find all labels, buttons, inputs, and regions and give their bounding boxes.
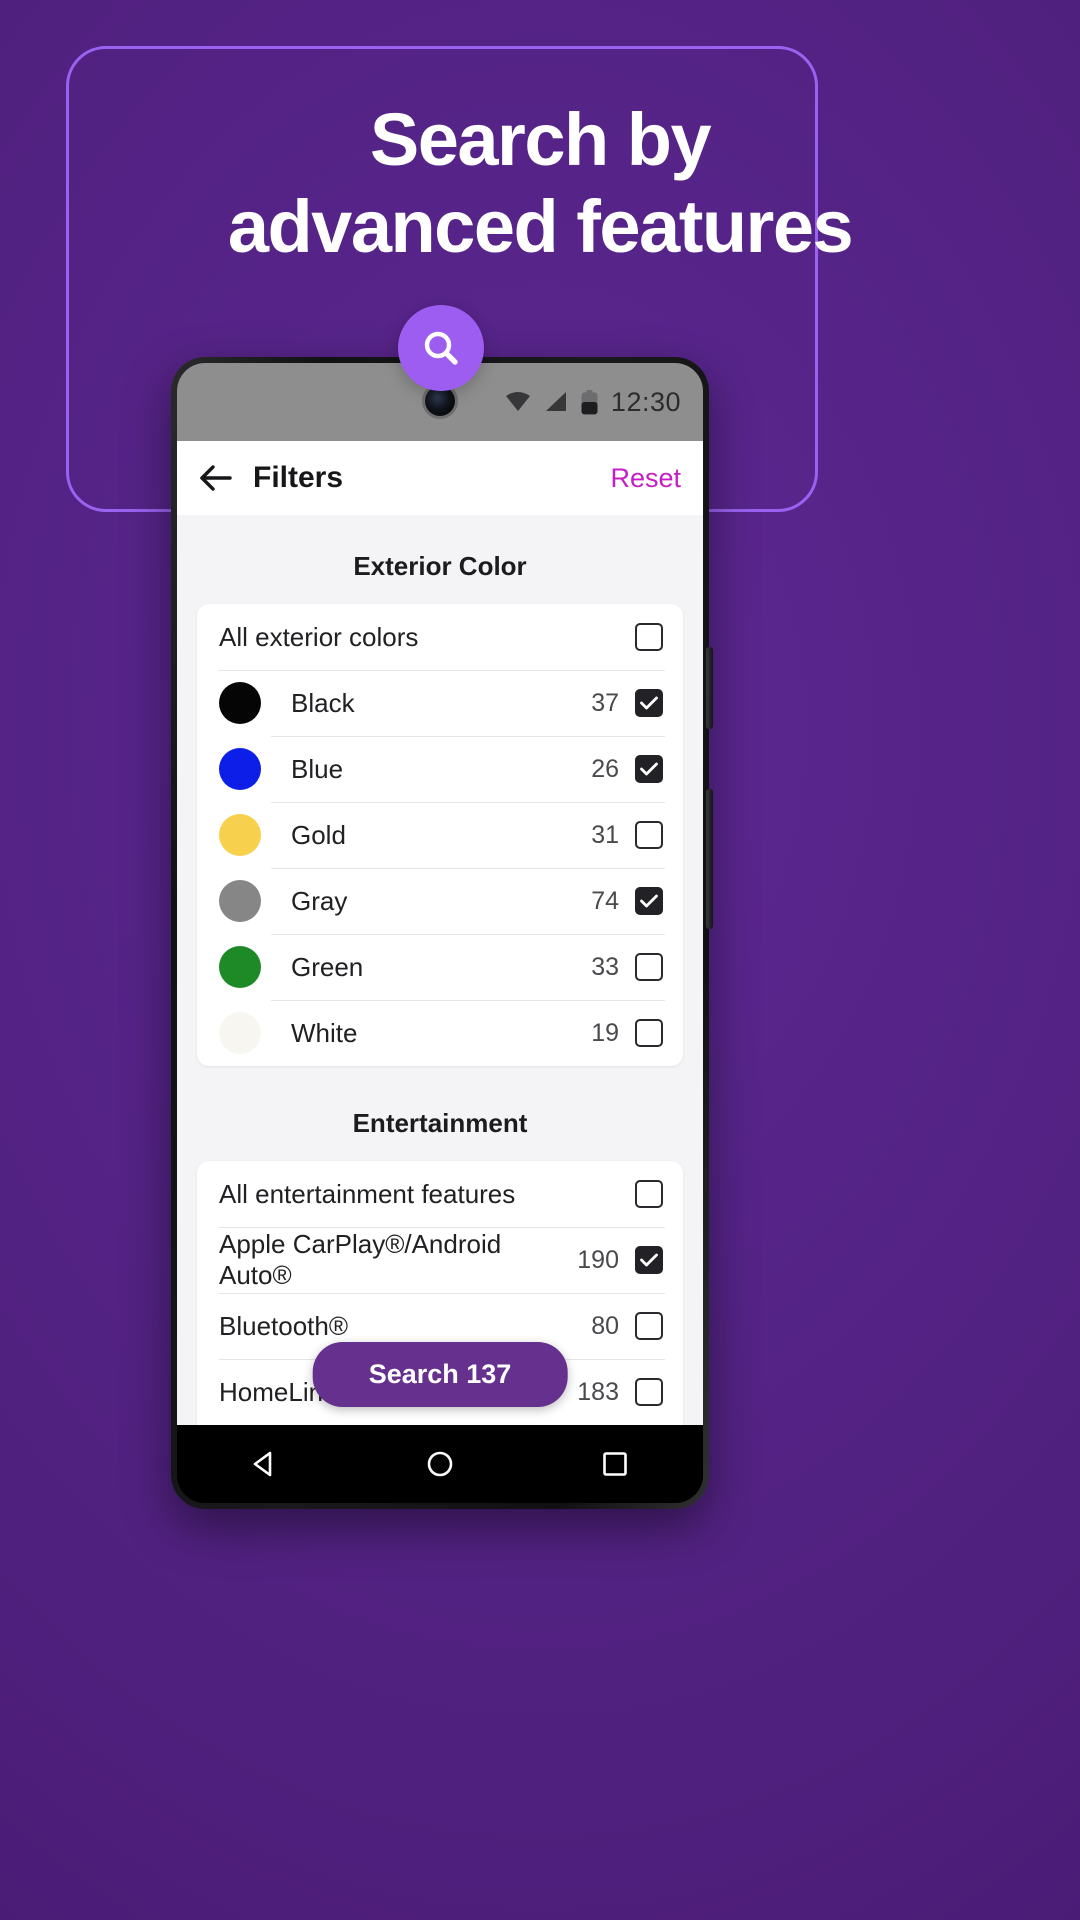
checkbox-checked-icon[interactable] [635,689,663,717]
color-swatch-gray [219,880,261,922]
filter-row-green[interactable]: Green 33 [197,934,683,1000]
checkbox-unchecked-icon[interactable] [635,1180,663,1208]
row-count: 80 [591,1311,619,1340]
row-count: 26 [591,754,619,783]
phone-volume-button [706,647,713,729]
row-label: Blue [291,753,344,784]
android-navigation-bar [177,1425,703,1503]
checkbox-checked-icon[interactable] [635,1246,663,1274]
row-count: 183 [577,1377,619,1406]
row-count: 37 [591,688,619,717]
filter-row-all-exterior-colors[interactable]: All exterior colors [197,604,683,670]
checkbox-checked-icon[interactable] [635,887,663,915]
row-count: 19 [591,1018,619,1047]
filter-row-apple-carplay-android-auto[interactable]: Apple CarPlay®/Android Auto® 190 [197,1227,683,1293]
filters-app: Filters Reset Exterior Color All exterio… [177,441,703,1425]
checkbox-unchecked-icon[interactable] [635,623,663,651]
back-arrow-icon[interactable] [199,461,233,495]
color-swatch-blue [219,748,261,790]
app-bar: Filters Reset [177,441,703,515]
color-swatch-white [219,1012,261,1054]
row-label: Black [291,687,355,718]
color-swatch-gold [219,814,261,856]
search-results-button[interactable]: Search 137 [312,1342,568,1407]
nav-back-triangle-icon[interactable] [250,1449,280,1479]
row-label: White [291,1017,358,1048]
row-count: 33 [591,952,619,981]
reset-button[interactable]: Reset [610,463,681,494]
headline-line-1: Search by [369,98,712,181]
cellular-signal-icon [544,391,568,413]
filter-row-gold[interactable]: Gold 31 [197,802,683,868]
promo-search-badge [398,305,484,391]
row-label: Green [291,951,364,982]
section-title-exterior-color: Exterior Color [353,551,527,581]
checkbox-unchecked-icon[interactable] [635,1378,663,1406]
color-swatch-black [219,682,261,724]
exterior-color-card: All exterior colors Black 37 Blue 26 Gol… [197,604,683,1066]
section-title-entertainment: Entertainment [352,1108,528,1138]
battery-icon [581,389,598,415]
checkbox-checked-icon[interactable] [635,755,663,783]
wifi-icon [505,391,531,413]
filter-row-white[interactable]: White 19 [197,1000,683,1066]
status-bar-clock: 12:30 [610,386,681,417]
checkbox-unchecked-icon[interactable] [635,1019,663,1047]
row-label: All entertainment features [219,1178,516,1209]
row-label: Gray [291,885,348,916]
row-count: 31 [591,820,619,849]
row-count: 190 [577,1245,619,1274]
checkbox-unchecked-icon[interactable] [635,953,663,981]
page-title: Filters [253,461,344,494]
filter-row-black[interactable]: Black 37 [197,670,683,736]
search-icon [419,326,463,370]
row-count: 74 [591,886,619,915]
filters-scroll-area[interactable]: Exterior Color All exterior colors Black… [177,515,703,1425]
phone-device-mockup: 12:30 Filters Reset Exterior Color All e… [171,357,713,1509]
row-label: Bluetooth® [219,1310,349,1341]
filter-row-all-entertainment-features[interactable]: All entertainment features [197,1161,683,1227]
filter-row-gray[interactable]: Gray 74 [197,868,683,934]
nav-home-circle-icon[interactable] [425,1449,455,1479]
nav-recents-square-icon[interactable] [600,1449,630,1479]
row-label: Gold [291,819,346,850]
filter-row-blue[interactable]: Blue 26 [197,736,683,802]
status-bar-icons: 12:30 [505,387,681,418]
promo-headline: Search by advanced features [0,96,1080,271]
color-swatch-green [219,946,261,988]
row-label: Apple CarPlay®/Android Auto® [219,1229,502,1290]
row-label: All exterior colors [219,621,419,652]
phone-power-button [706,789,713,929]
checkbox-unchecked-icon[interactable] [635,1312,663,1340]
phone-screen: 12:30 Filters Reset Exterior Color All e… [177,363,703,1503]
headline-line-2: advanced features [227,185,854,269]
checkbox-unchecked-icon[interactable] [635,821,663,849]
